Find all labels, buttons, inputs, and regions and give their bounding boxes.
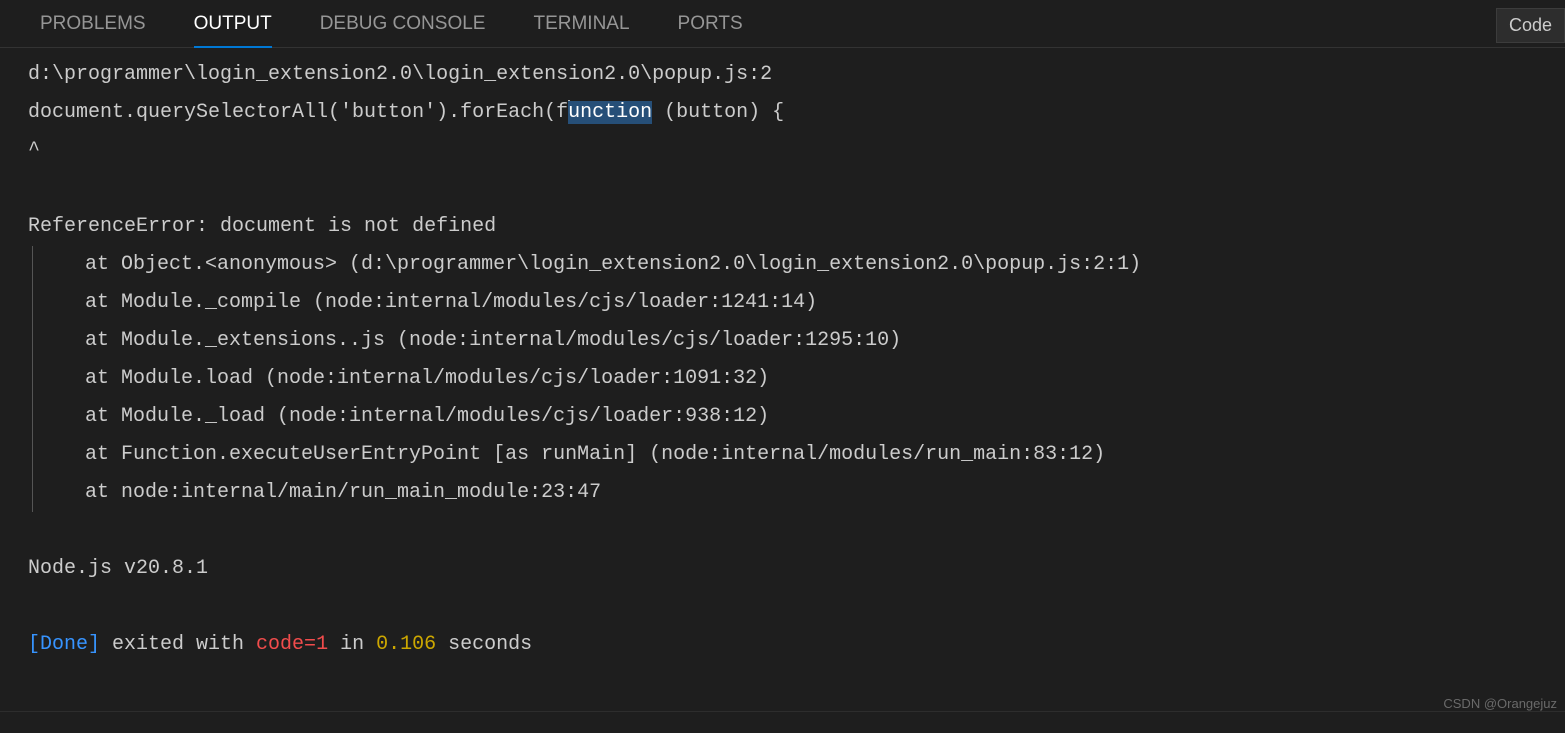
tab-debug-console[interactable]: DEBUG CONSOLE [296, 1, 510, 47]
output-code-line: document.querySelectorAll('button').forE… [28, 94, 1537, 132]
stack-frame: at Module._compile (node:internal/module… [32, 284, 1537, 322]
stack-trace: at Object.<anonymous> (d:\programmer\log… [32, 246, 1537, 512]
stack-frame: at node:internal/main/run_main_module:23… [32, 474, 1537, 512]
tab-terminal[interactable]: TERMINAL [509, 1, 653, 47]
stack-frame: at Function.executeUserEntryPoint [as ru… [32, 436, 1537, 474]
tab-problems[interactable]: PROBLEMS [16, 1, 170, 47]
done-label: [Done] [28, 633, 100, 656]
output-error-header: ReferenceError: document is not defined [28, 208, 1537, 246]
tab-output[interactable]: OUTPUT [170, 1, 296, 47]
stack-frame: at Object.<anonymous> (d:\programmer\log… [32, 246, 1537, 284]
watermark-text: CSDN @Orangejuz [1443, 696, 1557, 711]
tab-ports[interactable]: PORTS [654, 1, 767, 47]
stack-frame: at Module.load (node:internal/modules/cj… [32, 360, 1537, 398]
status-bar [0, 711, 1565, 733]
stack-frame: at Module._extensions..js (node:internal… [32, 322, 1537, 360]
done-line: [Done] exited with code=1 in 0.106 secon… [28, 626, 1537, 664]
exit-time: 0.106 [376, 633, 436, 656]
stack-frame: at Module._load (node:internal/modules/c… [32, 398, 1537, 436]
exit-code-label: code=1 [256, 633, 328, 656]
output-file-path-line: d:\programmer\login_extension2.0\login_e… [28, 56, 1537, 94]
panel-tabs: PROBLEMS OUTPUT DEBUG CONSOLE TERMINAL P… [0, 0, 1565, 48]
output-caret-line: ^ [28, 132, 1537, 170]
output-panel[interactable]: d:\programmer\login_extension2.0\login_e… [0, 48, 1565, 672]
node-version: Node.js v20.8.1 [28, 550, 1537, 588]
code-dropdown-button[interactable]: Code [1496, 8, 1565, 43]
selected-text: unction [568, 101, 652, 124]
